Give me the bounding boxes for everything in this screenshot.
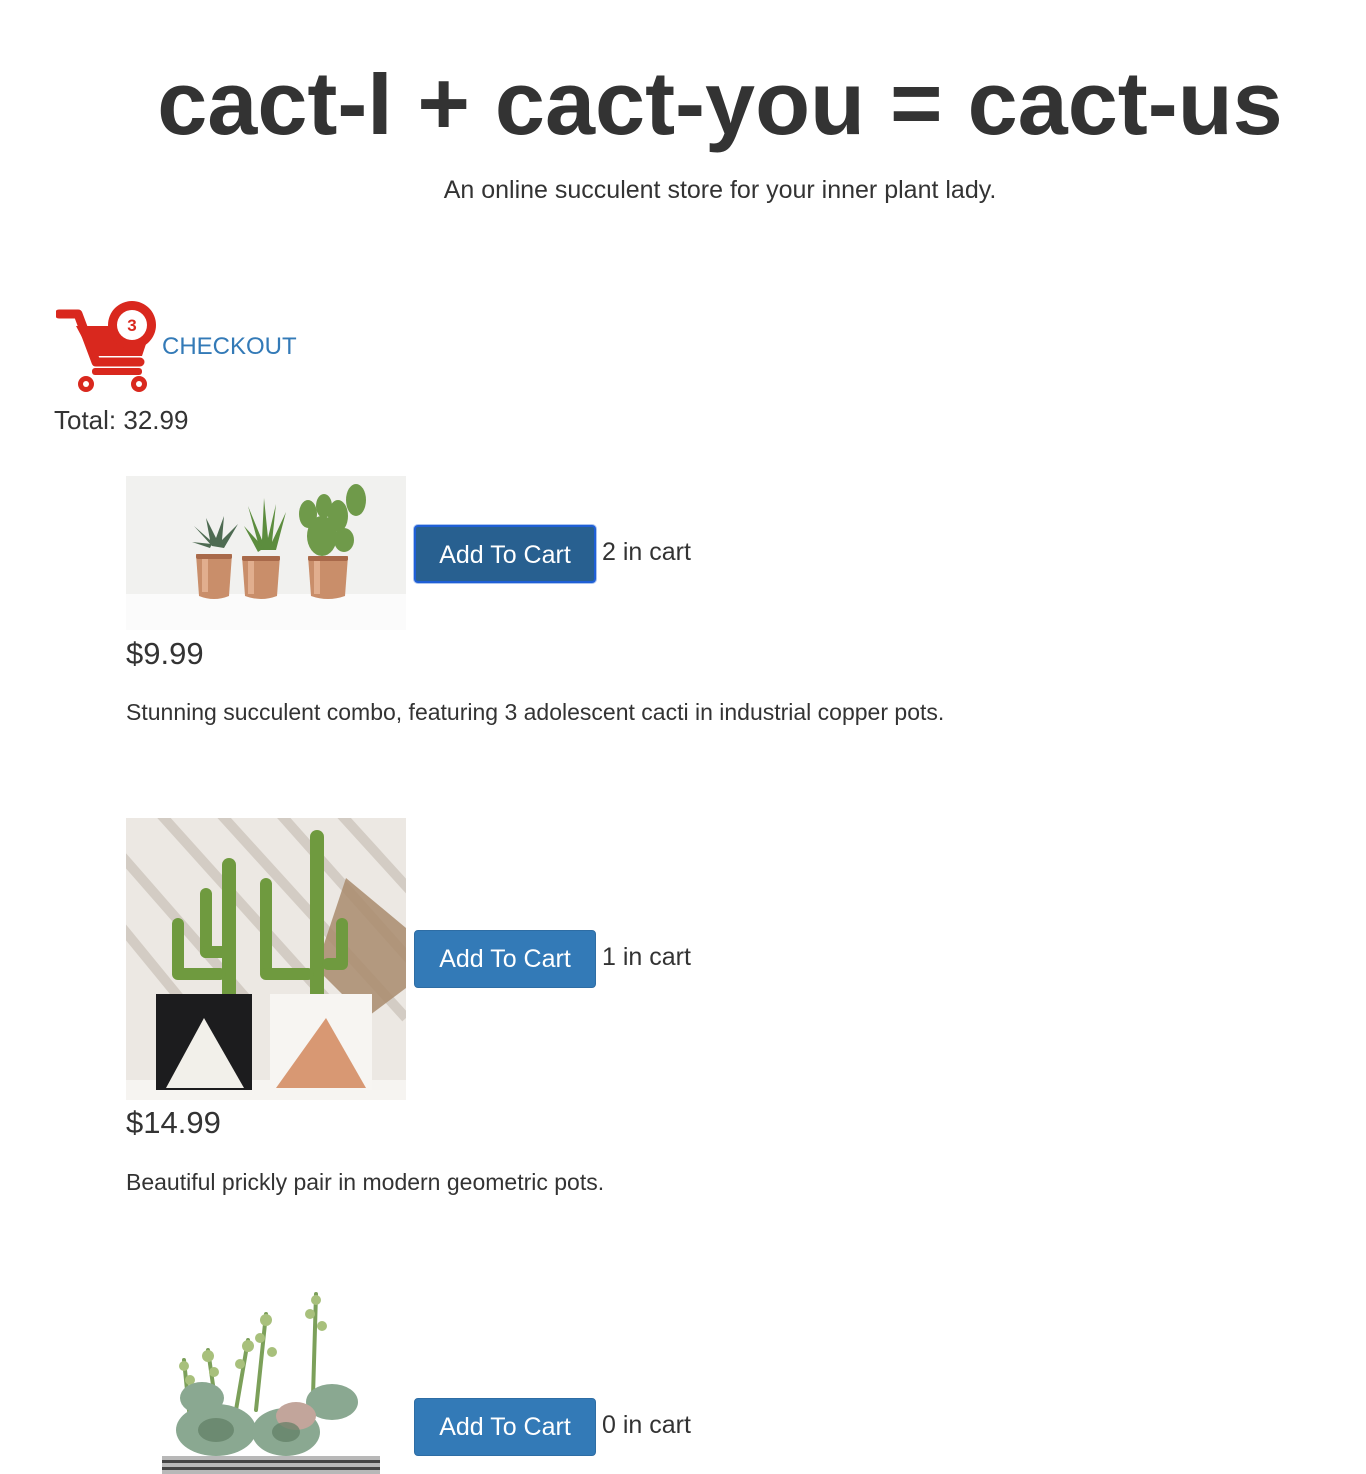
site-tagline: An online succulent store for your inner…: [443, 176, 997, 204]
in-cart-count: 0 in cart: [602, 1411, 691, 1439]
in-cart-count: 2 in cart: [602, 538, 691, 566]
three-cacti-image: [126, 476, 406, 630]
product-card: Add To Cart 1 in cart $14.99 Beautiful p…: [126, 818, 1226, 1218]
product-card: Add To Cart 2 in cart $9.99 Stunning suc…: [126, 476, 1226, 746]
cart-count-badge: 3: [127, 316, 136, 335]
add-to-cart-button[interactable]: Add To Cart: [414, 1398, 596, 1456]
product-description: Stunning succulent combo, featuring 3 ad…: [126, 699, 945, 725]
site-title: cact-I + cact-you = cact-us: [157, 54, 1283, 154]
succulent-bowl-image: [126, 1280, 406, 1474]
add-to-cart-button[interactable]: Add To Cart: [414, 930, 596, 988]
in-cart-count: 1 in cart: [602, 943, 691, 971]
add-to-cart-button[interactable]: Add To Cart: [414, 525, 596, 583]
checkout-link[interactable]: CHECKOUT: [162, 332, 297, 362]
product-image: [126, 1280, 406, 1474]
product-image: [126, 818, 406, 1100]
product-card: Add To Cart 0 in cart: [126, 1280, 1226, 1474]
shopping-cart-icon[interactable]: 3: [56, 298, 160, 394]
product-price: $9.99: [126, 636, 204, 671]
product-price: $14.99: [126, 1105, 221, 1140]
cart-total: Total: 32.99: [54, 405, 189, 435]
product-image: [126, 476, 406, 630]
cart-summary: 3 CHECKOUT Total: 32.99: [54, 296, 374, 446]
product-description: Beautiful prickly pair in modern geometr…: [126, 1169, 605, 1195]
prickly-pair-image: [126, 818, 406, 1100]
